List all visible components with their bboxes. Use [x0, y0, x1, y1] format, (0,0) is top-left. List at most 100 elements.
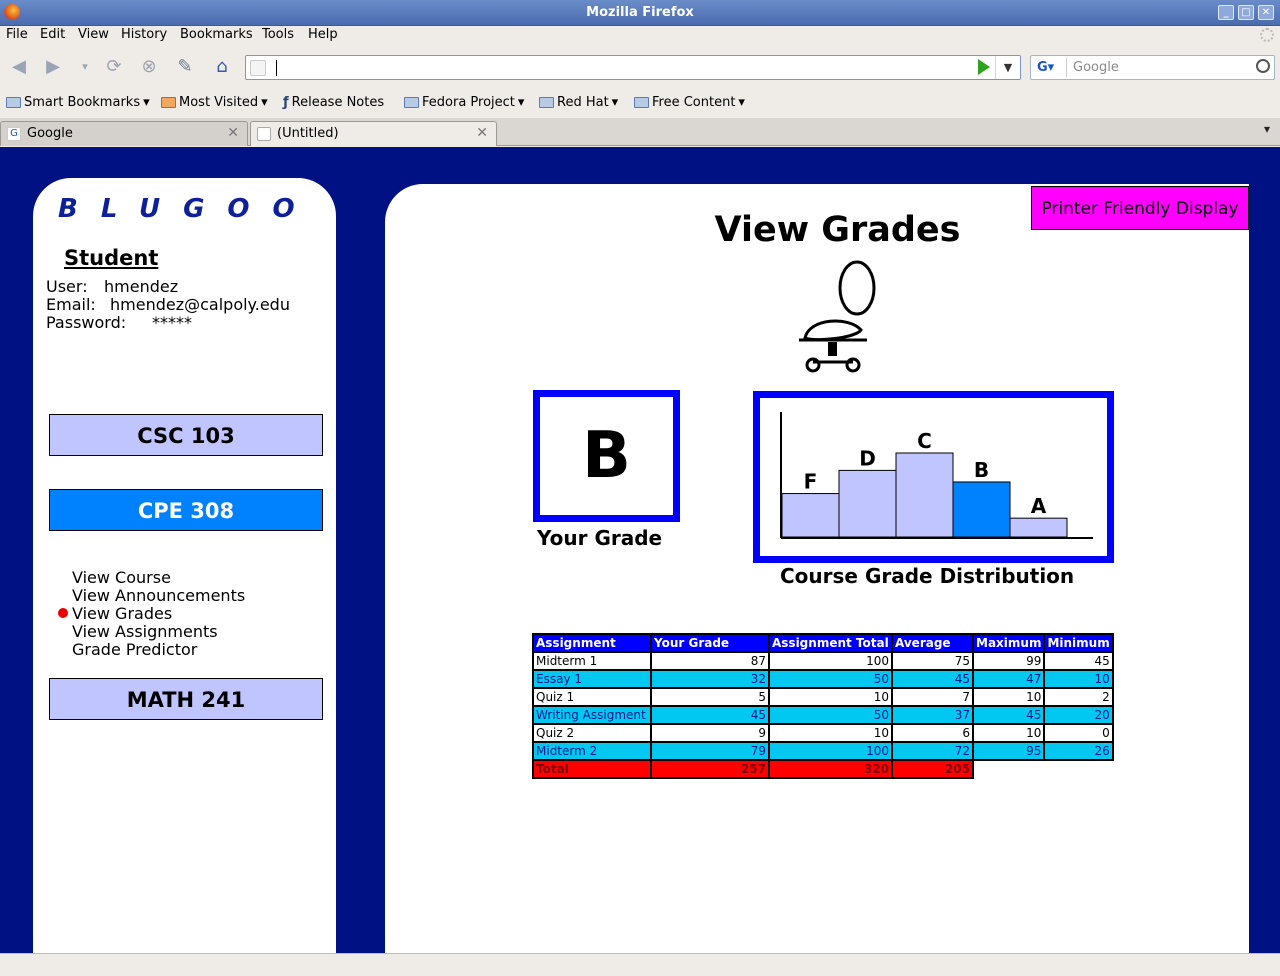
- bookmark-release-notes[interactable]: ƒ Release Notes: [283, 95, 384, 110]
- close-tab-icon[interactable]: ✕: [476, 122, 488, 145]
- column-header: Assignment: [532, 633, 652, 653]
- throbber-icon: [1260, 28, 1274, 42]
- grade-distribution-chart: F D C B A: [780, 412, 1093, 539]
- stop-icon[interactable]: ⊗: [138, 56, 160, 78]
- folder-icon: [404, 97, 419, 108]
- menu-edit[interactable]: Edit: [40, 27, 65, 42]
- back-icon[interactable]: ◀: [8, 56, 30, 78]
- table-cell: 7: [891, 687, 974, 707]
- subnav-view-course[interactable]: View Course: [72, 568, 171, 587]
- new-bookmark-icon[interactable]: ✎: [174, 56, 196, 78]
- search-placeholder: Google: [1073, 60, 1119, 75]
- password-label: Password:: [46, 313, 127, 332]
- user-value: hmendez: [104, 277, 179, 296]
- history-dropdown-icon[interactable]: ▾: [74, 56, 96, 78]
- total-cell: 320: [768, 759, 893, 779]
- table-cell: 47: [971, 669, 1046, 689]
- text-cursor: [276, 60, 277, 76]
- page-title: View Grades: [714, 210, 961, 250]
- bookmark-red-hat[interactable]: Red Hat ▾: [539, 95, 618, 110]
- folder-icon: [539, 97, 554, 108]
- search-bar[interactable]: G▾ Google: [1030, 55, 1275, 80]
- url-bar[interactable]: ▼: [245, 55, 1021, 80]
- close-window-button[interactable]: ✕: [1258, 5, 1274, 20]
- maximize-button[interactable]: □: [1238, 5, 1254, 20]
- table-cell: 6: [891, 723, 974, 743]
- course-cpe-308[interactable]: CPE 308: [49, 489, 323, 531]
- table-cell: 10: [971, 723, 1046, 743]
- distribution-bar-a: [1009, 517, 1068, 538]
- email-label: Email:: [46, 295, 96, 314]
- url-dropdown-icon[interactable]: ▼: [995, 56, 1020, 79]
- table-cell: 95: [971, 741, 1046, 761]
- menu-tools[interactable]: Tools: [262, 27, 294, 42]
- folder-icon: [6, 97, 21, 108]
- bookmark-free-content[interactable]: Free Content ▾: [634, 95, 745, 110]
- printer-friendly-button[interactable]: Printer Friendly Display: [1031, 186, 1249, 230]
- table-cell: Midterm 2: [532, 741, 652, 761]
- go-arrow-icon[interactable]: [978, 59, 990, 75]
- search-engine-selector[interactable]: G▾: [1033, 58, 1067, 77]
- table-cell: 10: [768, 723, 893, 743]
- minimize-button[interactable]: _: [1218, 5, 1234, 20]
- bookmark-fedora-project[interactable]: Fedora Project ▾: [404, 95, 524, 110]
- table-cell: Quiz 2: [532, 723, 652, 743]
- menu-view[interactable]: View: [78, 27, 109, 42]
- distribution-bar-d: [838, 469, 897, 538]
- distribution-caption: Course Grade Distribution: [780, 564, 1075, 588]
- window-title: Mozilla Firefox: [586, 5, 694, 20]
- home-icon[interactable]: ⌂: [211, 56, 233, 78]
- distribution-bar-b: [952, 481, 1011, 538]
- table-row: Essay 1 32 50 45 47 10: [532, 669, 1114, 689]
- subnav-view-assignments[interactable]: View Assignments: [72, 622, 218, 641]
- forward-icon[interactable]: ▶: [42, 56, 64, 78]
- page-icon: [250, 60, 266, 76]
- grades-table: Assignment Your Grade Assignment Total Aver…: [532, 633, 1114, 779]
- column-header: Assignment Total: [768, 633, 893, 653]
- menu-bookmarks[interactable]: Bookmarks: [180, 27, 253, 42]
- firefox-icon: [4, 4, 20, 20]
- bookmark-smart-bookmarks[interactable]: Smart Bookmarks ▾: [6, 95, 150, 110]
- subnav-view-announcements[interactable]: View Announcements: [72, 586, 245, 605]
- student-heading: Student: [64, 246, 159, 270]
- tab-untitled[interactable]: (Untitled) ✕: [250, 121, 497, 146]
- total-cell: 257: [650, 759, 770, 779]
- tab-google[interactable]: G Google ✕: [0, 121, 248, 146]
- table-cell: 45: [650, 705, 770, 725]
- column-header: Average: [891, 633, 974, 653]
- subnav-grade-predictor[interactable]: Grade Predictor: [72, 640, 197, 659]
- user-label: User:: [46, 277, 88, 296]
- email-value: hmendez@calpoly.edu: [110, 295, 290, 314]
- window-titlebar: Mozilla Firefox _ □ ✕: [0, 0, 1280, 26]
- column-header: Your Grade: [650, 633, 770, 653]
- grade-distribution-chart-box: F D C B A: [753, 391, 1114, 563]
- your-grade-box: B: [533, 390, 680, 522]
- subnav-view-grades[interactable]: View Grades: [72, 604, 172, 623]
- reload-icon[interactable]: ⟳: [103, 56, 125, 78]
- tab-list-chevron-icon[interactable]: ▾: [1264, 122, 1270, 136]
- table-cell: 79: [650, 741, 770, 761]
- table-cell: 37: [891, 705, 974, 725]
- bookmarks-toolbar: Smart Bookmarks ▾ Most Visited ▾ ƒ Release …: [0, 91, 1280, 115]
- menu-file[interactable]: File: [6, 27, 28, 42]
- table-cell: 10: [971, 687, 1046, 707]
- google-favicon-icon: G: [7, 127, 21, 141]
- bar-label-c: C: [917, 429, 932, 453]
- distribution-bar-f: [781, 493, 840, 538]
- course-math-241[interactable]: MATH 241: [49, 678, 323, 720]
- close-tab-icon[interactable]: ✕: [227, 122, 239, 145]
- search-icon[interactable]: [1256, 59, 1270, 73]
- table-cell: 72: [891, 741, 974, 761]
- table-cell: 50: [768, 705, 893, 725]
- menu-history[interactable]: History: [121, 27, 167, 42]
- menu-bar: File Edit View History Bookmarks Tools H…: [0, 26, 1280, 46]
- table-cell: 100: [768, 741, 893, 761]
- status-bar: [0, 953, 1280, 976]
- course-csc-103[interactable]: CSC 103: [49, 414, 323, 456]
- your-grade-caption: Your Grade: [537, 526, 663, 550]
- distribution-bar-c: [895, 452, 954, 538]
- menu-help[interactable]: Help: [308, 27, 338, 42]
- bookmark-most-visited[interactable]: Most Visited ▾: [161, 95, 268, 110]
- student-chair-icon: [799, 260, 876, 373]
- empty-cell: [973, 760, 1044, 778]
